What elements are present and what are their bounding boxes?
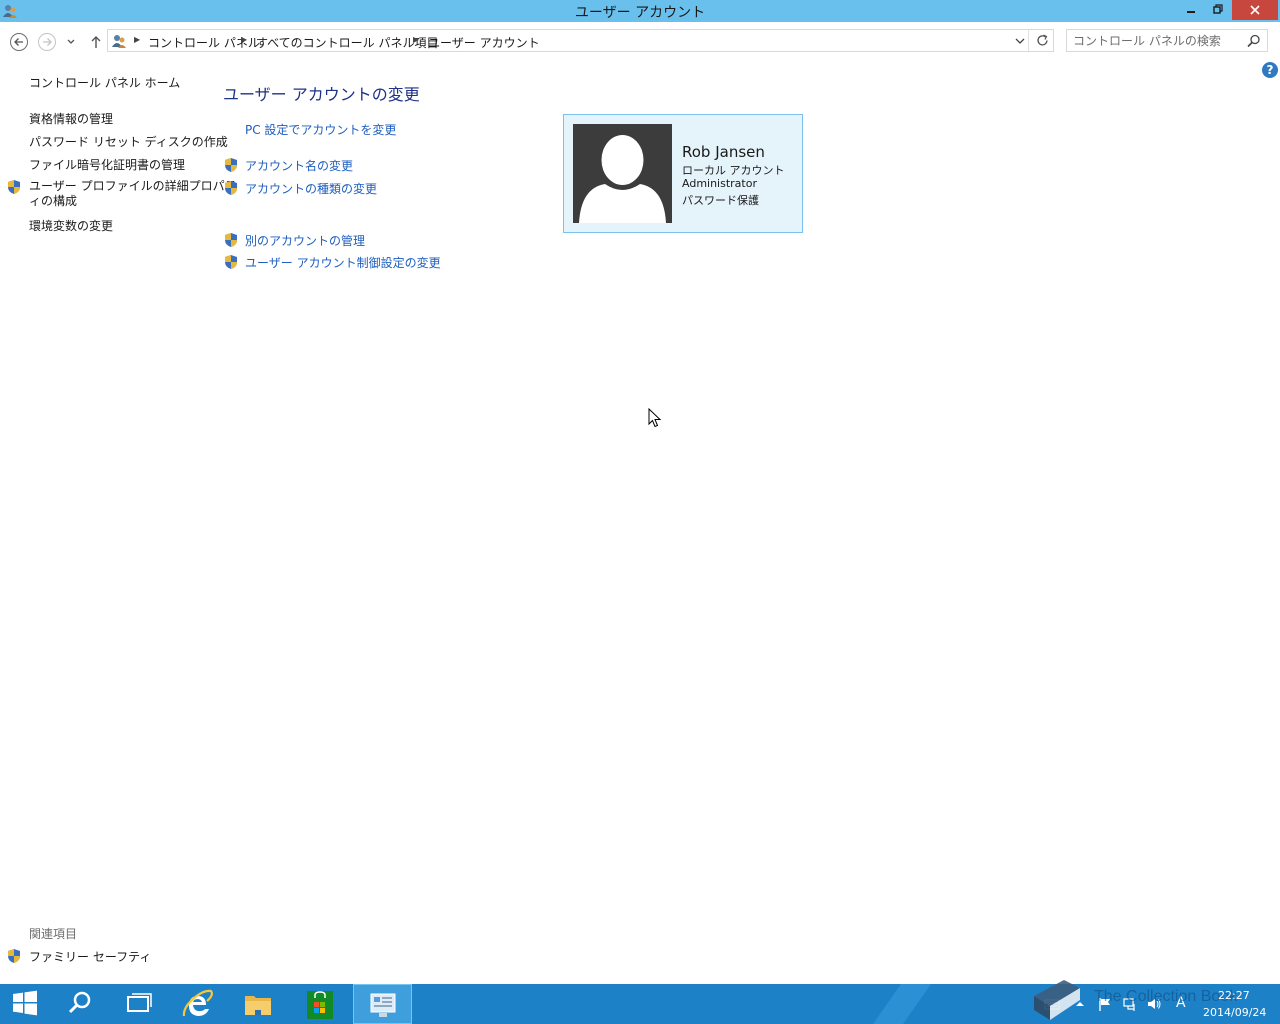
breadcrumb-separator-icon[interactable]: ▶ [241,35,247,44]
help-icon[interactable]: ? [1262,62,1278,78]
file-explorer-button[interactable] [229,984,287,1024]
family-safety-link[interactable]: ファミリー セーフティ [29,948,151,965]
account-password-status: パスワード保護 [682,194,759,207]
clock-date[interactable]: 2014/09/24 [1203,1006,1266,1019]
folder-icon [245,996,271,1015]
up-arrow-icon [91,36,101,48]
close-button[interactable] [1232,0,1278,20]
control-panel-icon [370,993,395,1017]
title-bar: ユーザー アカウント [0,0,1280,22]
account-tile[interactable]: Rob Jansen ローカル アカウント Administrator パスワー… [563,114,803,233]
manage-file-encryption-certificates-link[interactable]: ファイル暗号化証明書の管理 [29,156,185,173]
user-accounts-location-icon [111,33,127,49]
control-panel-home-link[interactable]: コントロール パネル ホーム [29,74,180,91]
close-icon [1250,5,1260,15]
account-role: Administrator [682,177,757,190]
configure-profile-properties-link[interactable]: ユーザー プロファイルの詳細プロパテ ィの構成 [29,179,237,209]
internet-explorer-icon [182,989,213,1017]
search-icon [68,991,91,1014]
manage-credentials-link[interactable]: 資格情報の管理 [29,110,113,127]
start-button[interactable] [0,984,50,1024]
window-title: ユーザー アカウント [574,5,706,21]
page-title: ユーザー アカウントの変更 [223,85,420,104]
address-history-dropdown[interactable] [1011,30,1029,51]
taskbar-decoration [858,984,932,1024]
uac-shield-icon [6,179,22,195]
uac-shield-icon [223,157,239,173]
profile-link-line-1: ユーザー プロファイルの詳細プロパテ [29,179,237,193]
forward-arrow-icon [38,33,56,51]
manage-another-account-link[interactable]: 別のアカウントの管理 [245,232,365,249]
uac-shield-icon [6,948,22,964]
windows-logo-icon [13,990,37,1016]
chevron-down-icon [67,39,75,44]
user-silhouette-icon [579,135,666,223]
search-icon[interactable] [1246,33,1262,49]
watermark-text: The Collection Book [1094,988,1238,1005]
back-button[interactable] [9,32,29,52]
uac-shield-icon [223,232,239,248]
change-account-in-pc-settings-link[interactable]: PC 設定でアカウントを変更 [245,121,396,138]
uac-shield-icon [223,180,239,196]
clock-time[interactable]: 22:27 [1218,989,1250,1002]
account-type: ローカル アカウント [682,164,785,177]
avatar [573,124,672,223]
refresh-icon [1037,34,1048,46]
address-bar[interactable]: ▶ コントロール パネル ▶ すべてのコントロール パネル項目 ▶ ユーザー ア… [107,29,1054,52]
recent-locations-button[interactable] [64,32,78,52]
uac-shield-icon [223,254,239,270]
create-password-reset-disk-link[interactable]: パスワード リセット ディスクの作成 [29,133,228,150]
search-box[interactable] [1066,29,1268,52]
breadcrumb-all-items[interactable]: すべてのコントロール パネル項目 [256,34,439,51]
mouse-cursor-icon [648,408,662,428]
task-view-icon [127,993,152,1012]
internet-explorer-button[interactable] [168,984,226,1024]
restore-button[interactable] [1205,0,1231,20]
profile-link-line-2: ィの構成 [29,194,78,208]
minimize-button[interactable] [1178,0,1204,20]
change-account-name-link[interactable]: アカウント名の変更 [245,157,353,174]
forward-button[interactable] [37,32,57,52]
store-bag-icon [307,991,333,1019]
chevron-down-icon [1015,38,1025,44]
account-name: Rob Jansen [682,143,765,161]
breadcrumb-separator-icon[interactable]: ▶ [134,35,140,44]
back-arrow-icon [10,33,28,51]
breadcrumb-user-accounts[interactable]: ユーザー アカウント [428,34,540,51]
taskbar: A [0,984,1280,1024]
task-view-button[interactable] [109,984,167,1024]
change-account-type-link[interactable]: アカウントの種類の変更 [245,180,377,197]
book-logo-icon [1034,980,1080,1020]
refresh-button[interactable] [1032,30,1054,51]
breadcrumb-separator-icon[interactable]: ▶ [413,35,419,44]
navigation-bar: ▶ コントロール パネル ▶ すべてのコントロール パネル項目 ▶ ユーザー ア… [0,22,1280,60]
store-button[interactable] [291,984,349,1024]
up-button[interactable] [86,32,106,52]
taskbar-search-button[interactable] [51,984,109,1024]
see-also-header: 関連項目 [29,927,78,941]
search-input[interactable] [1073,32,1243,49]
change-environment-variables-link[interactable]: 環境変数の変更 [29,217,113,234]
control-panel-taskbar-button[interactable] [353,984,412,1024]
change-uac-settings-link[interactable]: ユーザー アカウント制御設定の変更 [245,254,441,271]
